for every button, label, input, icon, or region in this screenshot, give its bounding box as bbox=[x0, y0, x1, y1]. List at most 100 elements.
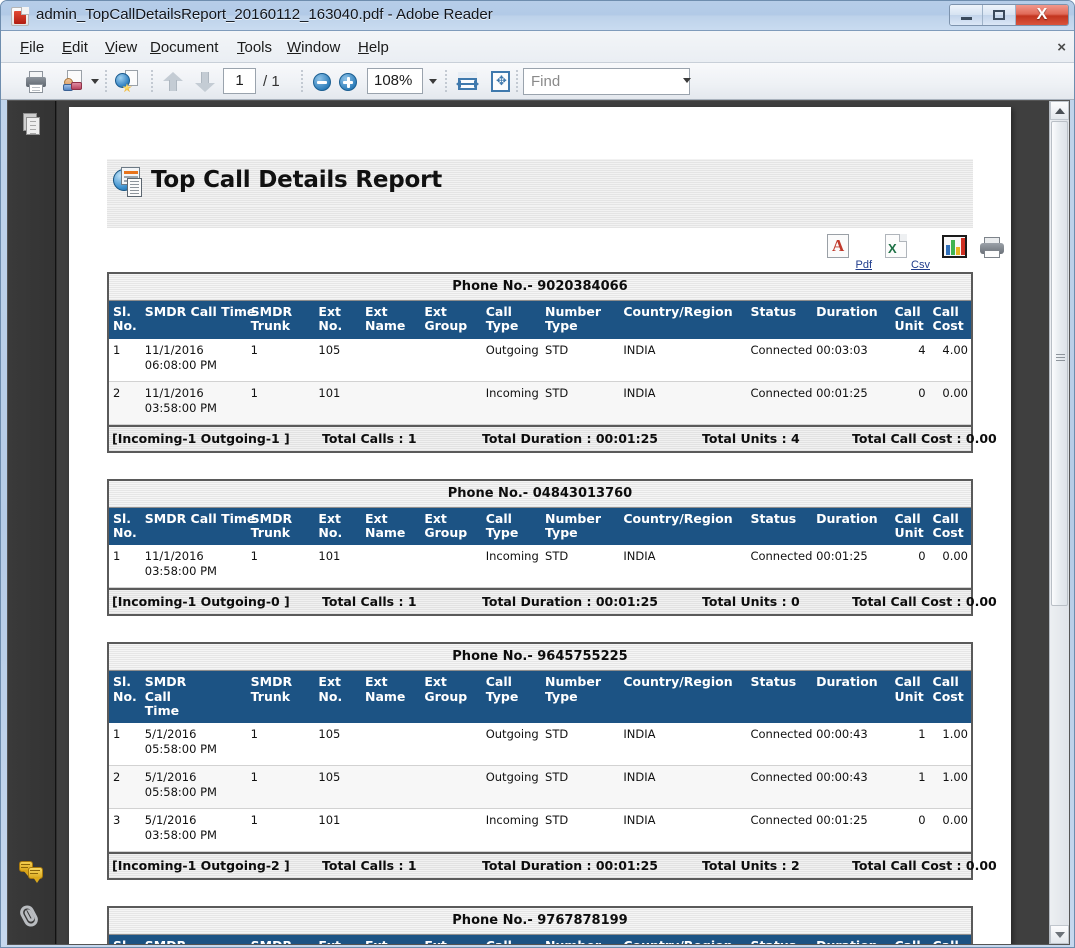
column-header: Status bbox=[746, 934, 813, 944]
report-table: Phone No.- 9020384066 Sl. No. SMDR Call Tim… bbox=[107, 272, 997, 453]
close-button[interactable]: X bbox=[1016, 5, 1068, 25]
summary-total-cost: Total Call Cost : 0.00 bbox=[852, 594, 997, 610]
cell-number-type: STD bbox=[541, 338, 620, 382]
cell-call-type: Outgoing bbox=[481, 338, 542, 382]
cell-country-region: INDIA bbox=[619, 765, 747, 809]
bar-chart-icon bbox=[942, 235, 967, 258]
column-header: ExtName bbox=[361, 934, 421, 944]
scrollbar-grip-icon bbox=[1056, 354, 1065, 363]
sign-and-certify-button[interactable] bbox=[114, 69, 140, 94]
find-dropdown-caret-icon[interactable] bbox=[683, 78, 691, 83]
pdf-page: Top Call Details Report Pdf Csv bbox=[69, 107, 1011, 944]
menu-item-tools[interactable]: Tools bbox=[232, 38, 277, 57]
report-table: Phone No.- 04843013760 Sl. No. SMDR Call Ti… bbox=[107, 478, 997, 617]
navigation-pane bbox=[8, 101, 56, 944]
summary-total-units: Total Units : 2 bbox=[702, 857, 800, 873]
zoom-out-button[interactable] bbox=[313, 73, 331, 91]
minimize-button[interactable] bbox=[950, 5, 983, 25]
table-summary-row: [Incoming-1 Outgoing-1 ] Total Calls : 1 T… bbox=[109, 424, 997, 451]
export-chart-button[interactable] bbox=[942, 235, 967, 258]
page-thumbnails-icon[interactable] bbox=[19, 113, 45, 139]
zoom-level-input[interactable]: 108% bbox=[367, 68, 423, 94]
page-title: Top Call Details Report bbox=[151, 167, 443, 193]
cell-call-time: 5/1/2016 03:58:00 PM bbox=[140, 808, 247, 852]
column-header: ExtNo. bbox=[314, 301, 362, 339]
toolbar: 1 / 1 108% ✥ Find bbox=[1, 63, 1074, 100]
export-pdf-button[interactable] bbox=[827, 234, 849, 258]
menu-item-window[interactable]: Window bbox=[282, 38, 345, 57]
export-pdf-label[interactable]: Pdf bbox=[855, 259, 872, 271]
page-number-input[interactable]: 1 bbox=[223, 68, 256, 94]
maximize-button[interactable] bbox=[983, 5, 1016, 25]
summary-total-cost: Total Call Cost : 0.00 bbox=[852, 857, 997, 873]
table-row: 1 11/1/2016 06:08:00 PM 1 105 Outgoing STD INDI… bbox=[109, 338, 971, 382]
cell-call-type: Outgoing bbox=[481, 723, 542, 767]
fit-page-button[interactable]: ✥ bbox=[487, 69, 513, 94]
report-header-band: Top Call Details Report bbox=[107, 159, 973, 206]
comments-icon[interactable] bbox=[19, 859, 45, 885]
close-document-icon[interactable]: × bbox=[1057, 39, 1066, 56]
column-header: CallCost bbox=[928, 507, 971, 546]
zoom-dropdown-caret-icon[interactable] bbox=[429, 79, 437, 84]
column-header: CallUnit bbox=[890, 301, 929, 339]
menu-item-document[interactable]: Document bbox=[145, 38, 223, 57]
table-header-row: Sl. No. SMDR Call Time SMDR Trunk Ext No. Ext Na… bbox=[109, 301, 971, 339]
scroll-up-button[interactable] bbox=[1050, 101, 1069, 120]
printer-icon bbox=[979, 236, 1005, 259]
menu-item-view[interactable]: View bbox=[100, 38, 142, 57]
scrollbar-thumb[interactable] bbox=[1051, 121, 1068, 606]
printer-icon bbox=[23, 69, 49, 94]
cell-call-time: 11/1/2016 03:58:00 PM bbox=[140, 545, 247, 589]
column-header: CallCost bbox=[928, 301, 971, 339]
print-button[interactable] bbox=[23, 69, 49, 94]
zoom-in-button[interactable] bbox=[339, 73, 357, 91]
share-file-button[interactable] bbox=[61, 69, 87, 94]
menu-item-help[interactable]: Help bbox=[353, 38, 394, 57]
share-people-icon bbox=[61, 69, 87, 94]
print-report-button[interactable] bbox=[979, 236, 1005, 259]
next-page-button[interactable] bbox=[193, 69, 217, 94]
table-row: 2 5/1/2016 05:58:00 PM 1 105 Outgoing STD INDIA… bbox=[109, 765, 971, 809]
column-header: Status bbox=[746, 301, 813, 339]
cell-call-unit: 1 bbox=[890, 723, 929, 767]
column-header: SMDRTrunk bbox=[246, 934, 315, 944]
cell-call-time: 11/1/2016 03:58:00 PM bbox=[140, 381, 247, 425]
document-viewport[interactable]: Top Call Details Report Pdf Csv bbox=[57, 101, 1049, 944]
export-csv-button[interactable] bbox=[885, 234, 907, 258]
cell-number-type: STD bbox=[541, 723, 620, 767]
column-header: CallType bbox=[481, 301, 542, 339]
share-dropdown-caret-icon[interactable] bbox=[91, 79, 99, 84]
cell-ext-no: 105 bbox=[314, 723, 362, 767]
column-header: CallType bbox=[481, 507, 542, 546]
cell-ext-group bbox=[420, 765, 482, 809]
cell-ext-name bbox=[361, 808, 421, 852]
column-header: SMDRCallTime bbox=[140, 934, 247, 944]
summary-total-duration: Total Duration : 00:01:25 bbox=[482, 430, 659, 446]
summary-total-units: Total Units : 4 bbox=[702, 430, 800, 446]
cell-call-cost: 4.00 bbox=[928, 338, 971, 382]
column-header: SMDR Call Time bbox=[140, 507, 255, 546]
find-input[interactable]: Find bbox=[523, 68, 690, 95]
menu-item-file[interactable]: File bbox=[15, 38, 49, 57]
scroll-down-button[interactable] bbox=[1050, 925, 1069, 944]
attachments-paperclip-icon[interactable] bbox=[17, 903, 43, 930]
previous-page-button[interactable] bbox=[161, 69, 185, 94]
cell-call-cost: 0.00 bbox=[928, 381, 971, 425]
web-document-icon bbox=[114, 69, 140, 94]
export-csv-label[interactable]: Csv bbox=[911, 259, 930, 271]
column-header: SMDRTrunk bbox=[246, 301, 315, 339]
vertical-scrollbar[interactable] bbox=[1049, 101, 1069, 944]
cell-call-unit: 4 bbox=[890, 338, 929, 382]
column-header: ExtNo. bbox=[314, 671, 362, 724]
summary-total-cost: Total Call Cost : 0.00 bbox=[852, 430, 997, 446]
summary-total-duration: Total Duration : 00:01:25 bbox=[482, 594, 659, 610]
fit-width-button[interactable] bbox=[454, 69, 480, 94]
cell-call-time: 5/1/2016 05:58:00 PM bbox=[140, 765, 247, 809]
table-header-row: Sl.No.SMDRCallTimeSMDRTrunkExtNo.ExtName… bbox=[109, 671, 971, 724]
cell-ext-no: 105 bbox=[314, 765, 362, 809]
menu-item-edit[interactable]: Edit bbox=[57, 38, 93, 57]
cell-call-type: Outgoing bbox=[481, 765, 542, 809]
call-details-grid: Sl. No. SMDR Call Time SMDR Trunk Ext No. Ext Na… bbox=[109, 507, 971, 589]
fit-page-icon: ✥ bbox=[487, 69, 513, 94]
column-header: NumberType bbox=[541, 507, 620, 546]
